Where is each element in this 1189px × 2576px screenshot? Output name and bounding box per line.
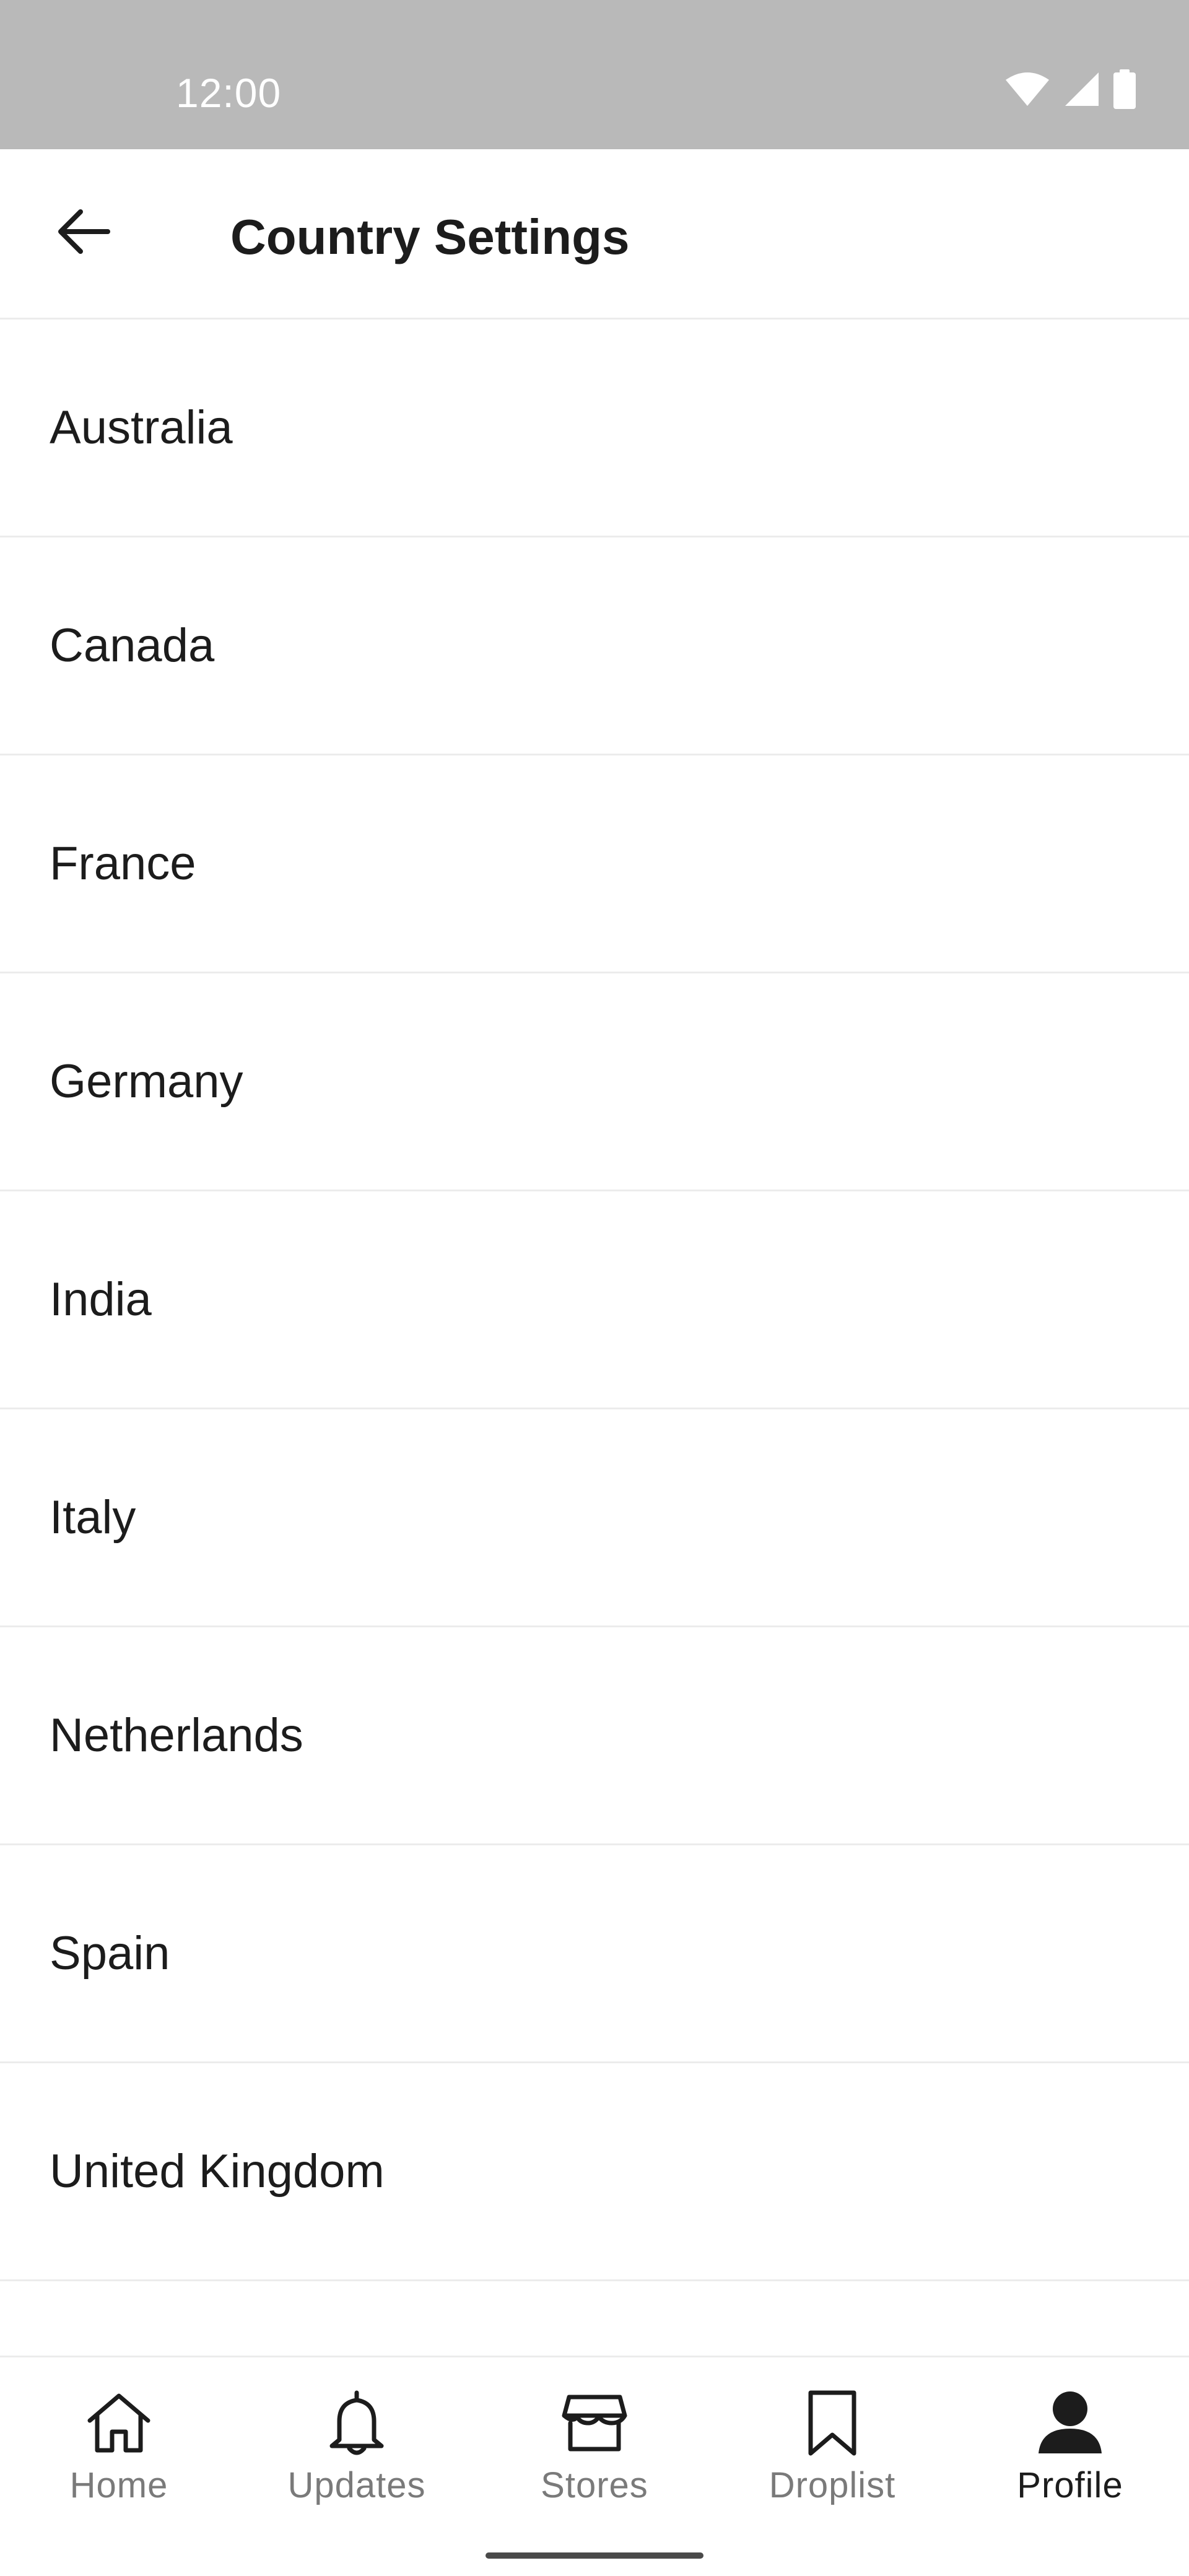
country-label: Netherlands: [50, 1708, 303, 1762]
list-item-germany[interactable]: Germany: [0, 973, 1189, 1191]
nav-label-stores: Stores: [541, 2465, 648, 2505]
store-icon: [557, 2386, 632, 2460]
country-label: Australia: [50, 401, 233, 454]
nav-item-home[interactable]: Home: [0, 2357, 238, 2518]
bell-icon: [320, 2386, 394, 2460]
list-item-united-kingdom[interactable]: United Kingdom: [0, 2063, 1189, 2281]
country-label: France: [50, 837, 196, 890]
list-item-canada[interactable]: Canada: [0, 537, 1189, 755]
back-button[interactable]: [43, 193, 124, 273]
country-label: Spain: [50, 1926, 170, 1980]
list-item-france[interactable]: France: [0, 755, 1189, 973]
nav-label-home: Home: [69, 2465, 168, 2505]
home-indicator: [486, 2552, 703, 2559]
bottom-nav: Home Updates Stores Droplist Profile: [0, 2356, 1189, 2576]
home-icon: [82, 2386, 156, 2460]
country-label: Canada: [50, 619, 215, 672]
status-icons: [1004, 69, 1136, 109]
country-label: India: [50, 1273, 152, 1326]
country-list: Australia Canada France Germany India It…: [0, 320, 1189, 2281]
nav-label-updates: Updates: [287, 2465, 426, 2505]
arrow-left-icon: [56, 208, 111, 258]
person-icon: [1033, 2386, 1107, 2460]
nav-item-droplist[interactable]: Droplist: [713, 2357, 951, 2518]
signal-icon: [1064, 71, 1100, 107]
wifi-icon: [1004, 71, 1050, 107]
country-label: Italy: [50, 1490, 136, 1544]
country-label: Germany: [50, 1055, 243, 1108]
nav-label-droplist: Droplist: [769, 2465, 896, 2505]
nav-item-stores[interactable]: Stores: [476, 2357, 713, 2518]
app-header: Country Settings: [0, 149, 1189, 320]
nav-label-profile: Profile: [1017, 2465, 1123, 2505]
status-time: 12:00: [176, 70, 282, 116]
list-item-netherlands[interactable]: Netherlands: [0, 1627, 1189, 1845]
nav-item-profile[interactable]: Profile: [951, 2357, 1189, 2518]
page-title: Country Settings: [230, 209, 630, 264]
bookmark-icon: [795, 2386, 869, 2460]
list-item-spain[interactable]: Spain: [0, 1845, 1189, 2063]
country-label: United Kingdom: [50, 2144, 385, 2198]
nav-item-updates[interactable]: Updates: [238, 2357, 476, 2518]
list-item-italy[interactable]: Italy: [0, 1409, 1189, 1627]
battery-icon: [1113, 69, 1136, 109]
list-item-australia[interactable]: Australia: [0, 320, 1189, 537]
status-bar: 12:00: [0, 0, 1189, 149]
list-item-india[interactable]: India: [0, 1191, 1189, 1409]
